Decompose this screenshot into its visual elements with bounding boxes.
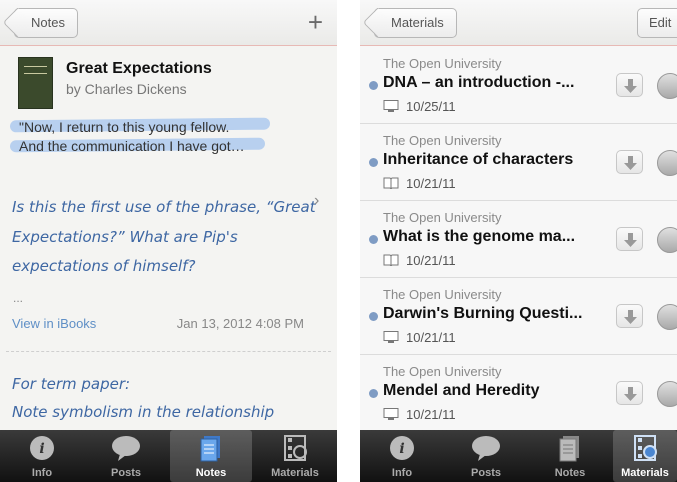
material-date: 10/21/11 <box>406 330 456 345</box>
unread-dot-icon <box>369 158 378 167</box>
download-button[interactable] <box>616 227 643 251</box>
tab-notes[interactable]: Notes <box>170 430 252 482</box>
material-publisher: The Open University <box>383 210 502 225</box>
material-publisher: The Open University <box>383 287 502 302</box>
material-date: 10/21/11 <box>406 253 456 268</box>
note-line: Is this the first use of the phrase, “Gr… <box>12 198 316 216</box>
book-cover-image <box>18 57 53 109</box>
book-author: by Charles Dickens <box>66 81 187 97</box>
info-icon: i <box>30 436 54 460</box>
list-item[interactable]: The Open University Mendel and Heredity … <box>360 355 677 432</box>
info-icon: i <box>390 436 414 460</box>
highlighted-quote-line: "Now, I return to this young fellow. <box>19 119 230 135</box>
download-arrow-icon <box>624 79 637 93</box>
tab-posts[interactable]: Posts <box>444 430 528 482</box>
material-title: What is the genome ma... <box>383 228 576 245</box>
materials-back-label: Materials <box>391 15 444 30</box>
notes-back-button[interactable]: Notes <box>14 8 78 38</box>
svg-text:i: i <box>399 441 404 457</box>
material-title: DNA – an introduction -... <box>383 74 575 91</box>
open-material-button[interactable] <box>657 304 677 330</box>
svg-text:i: i <box>39 441 44 457</box>
material-date: 10/25/11 <box>406 99 456 114</box>
material-title: Mendel and Heredity <box>383 382 540 399</box>
tab-posts[interactable]: Posts <box>84 430 168 482</box>
notes-screen: Notes + Great Expectations by Charles Di… <box>0 0 337 482</box>
film-reel-icon <box>634 435 657 461</box>
unread-dot-icon <box>369 312 378 321</box>
materials-back-button[interactable]: Materials <box>374 8 457 38</box>
notes-back-label: Notes <box>31 15 65 30</box>
download-button[interactable] <box>616 73 643 97</box>
tab-info[interactable]: i Info <box>360 430 444 482</box>
chevron-right-icon[interactable]: › <box>314 192 319 210</box>
download-arrow-icon <box>624 387 637 401</box>
note-ellipsis: ... <box>13 291 24 305</box>
note-divider <box>6 351 331 352</box>
tab-notes[interactable]: Notes <box>528 430 612 482</box>
list-item[interactable]: The Open University Darwin's Burning Que… <box>360 278 677 355</box>
notes-nav-bar: Notes + <box>0 0 337 46</box>
tab-label: Posts <box>111 467 141 479</box>
download-button[interactable] <box>616 381 643 405</box>
tab-bar: i Info Posts Notes Materials <box>360 430 677 482</box>
material-publisher: The Open University <box>383 133 502 148</box>
screen-gap <box>337 0 360 482</box>
note-line: Expectations?” What are Pip's <box>12 228 238 246</box>
list-item[interactable]: The Open University DNA – an introductio… <box>360 47 677 124</box>
tab-label: Notes <box>554 467 586 479</box>
download-arrow-icon <box>624 233 637 247</box>
list-item[interactable]: The Open University Inheritance of chara… <box>360 124 677 201</box>
unread-dot-icon <box>369 81 378 90</box>
notes-icon <box>559 436 579 462</box>
speech-bubble-icon <box>472 436 500 461</box>
monitor-icon <box>383 408 399 420</box>
note-line: For term paper: <box>12 375 131 393</box>
tab-label: Info <box>31 467 53 479</box>
tab-label: Materials <box>621 467 669 479</box>
material-title: Inheritance of characters <box>383 151 574 168</box>
view-in-ibooks-link[interactable]: View in iBooks <box>12 316 96 331</box>
list-item[interactable]: The Open University What is the genome m… <box>360 201 677 278</box>
download-arrow-icon <box>624 156 637 170</box>
note-line: Note symbolism in the relationship <box>12 403 275 421</box>
tab-label: Notes <box>195 467 227 479</box>
unread-dot-icon <box>369 235 378 244</box>
edit-button[interactable]: Edit <box>637 8 677 38</box>
film-reel-icon <box>284 435 307 461</box>
material-publisher: The Open University <box>383 56 502 71</box>
unread-dot-icon <box>369 389 378 398</box>
tab-info[interactable]: i Info <box>0 430 84 482</box>
tab-materials[interactable]: Materials <box>253 430 337 482</box>
open-material-button[interactable] <box>657 150 677 176</box>
highlighted-quote-line: And the communication I have got… <box>19 138 245 154</box>
note-line: expectations of himself? <box>12 257 196 275</box>
tab-materials[interactable]: Materials <box>613 430 677 482</box>
open-material-button[interactable] <box>657 73 677 99</box>
material-date: 10/21/11 <box>406 176 456 191</box>
materials-screen: Materials Edit The Open University DNA –… <box>360 0 677 482</box>
book-title: Great Expectations <box>66 60 212 77</box>
notes-icon <box>200 436 220 462</box>
tab-label: Posts <box>471 467 501 479</box>
download-arrow-icon <box>624 310 637 324</box>
material-date: 10/21/11 <box>406 407 456 422</box>
speech-bubble-icon <box>112 436 140 461</box>
open-material-button[interactable] <box>657 381 677 407</box>
note-date: Jan 13, 2012 4:08 PM <box>176 316 304 331</box>
material-title: Darwin's Burning Questi... <box>383 305 583 322</box>
tab-label: Info <box>391 467 413 479</box>
book-icon <box>383 177 399 189</box>
materials-nav-bar: Materials Edit <box>360 0 677 46</box>
plus-icon[interactable]: + <box>308 8 323 36</box>
tab-bar: i Info Posts Notes Materials <box>0 430 337 482</box>
monitor-icon <box>383 100 399 112</box>
tab-label: Materials <box>271 467 319 479</box>
material-publisher: The Open University <box>383 364 502 379</box>
monitor-icon <box>383 331 399 343</box>
open-material-button[interactable] <box>657 227 677 253</box>
download-button[interactable] <box>616 150 643 174</box>
download-button[interactable] <box>616 304 643 328</box>
book-icon <box>383 254 399 266</box>
